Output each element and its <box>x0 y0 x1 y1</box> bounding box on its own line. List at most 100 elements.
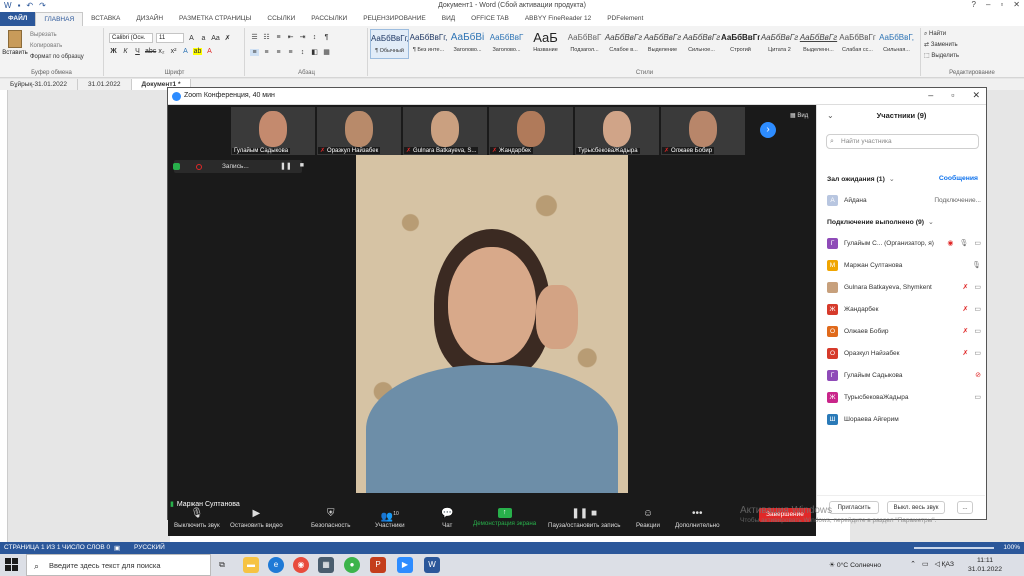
tab-view[interactable]: ВИД <box>434 12 463 26</box>
video-thumbnail[interactable]: ✗ Олжаев Бобир <box>661 107 745 155</box>
font-name-select[interactable]: Calibri (Осн. <box>109 33 153 43</box>
style-emphasis[interactable]: АаБбВвГг Выделение <box>643 29 682 59</box>
next-page-arrow-icon[interactable]: › <box>760 122 776 138</box>
participant-row[interactable]: Г Гулайым С... (Организатор, я) ◉ 🎙 ▭ <box>827 237 981 251</box>
word-taskbar-icon[interactable]: W <box>424 557 440 573</box>
video-thumbnail[interactable]: ✗ Оразкул Найзабек <box>317 107 401 155</box>
stop-recording-icon[interactable]: ■ <box>300 162 304 170</box>
style-quote[interactable]: АаБбВвГг Цитата 2 <box>760 29 799 59</box>
style-subtle-emphasis[interactable]: АаБбВвГг Слабое в... <box>604 29 643 59</box>
tab-pdfelement[interactable]: PDFelement <box>599 12 651 26</box>
borders-icon[interactable]: ▦ <box>322 48 331 56</box>
maximize-icon[interactable]: ▫ <box>1000 0 1003 9</box>
style-subtitle[interactable]: АаБбВвГ Подзагол... <box>565 29 604 59</box>
participant-search-input[interactable]: ⌕ Найти участника <box>826 134 979 149</box>
cut-button[interactable]: Вырезать <box>30 30 84 41</box>
video-thumbnail[interactable]: ✗ Жандарбек <box>489 107 573 155</box>
zoom-close-icon[interactable]: ✕ <box>972 90 980 101</box>
decrease-indent-icon[interactable]: ⇤ <box>286 33 295 41</box>
edge-icon[interactable]: e <box>268 557 284 573</box>
sort-icon[interactable]: ↕ <box>310 34 319 41</box>
zoom-slider[interactable] <box>914 547 994 549</box>
highlight-icon[interactable]: ab <box>193 48 202 55</box>
chrome-icon[interactable]: ◉ <box>293 557 309 573</box>
connected-header[interactable]: Подключение выполнено (9) ⌄ <box>827 218 934 226</box>
app-icon[interactable]: ● <box>344 557 360 573</box>
mute-button[interactable]: 🎙 Выключить звук <box>174 508 220 529</box>
zoom-taskbar-icon[interactable]: ▶ <box>397 557 413 573</box>
text-effects-icon[interactable]: A <box>181 48 190 55</box>
stop-video-button[interactable]: ▶ Остановить видео <box>230 508 283 529</box>
tab-abbyy[interactable]: ABBYY FineReader 12 <box>517 12 599 26</box>
file-explorer-icon[interactable]: ▬ <box>243 557 259 573</box>
participant-row[interactable]: О Оразкул Найзабек ✗ ▭ <box>827 347 981 361</box>
style-heading-2[interactable]: АаБбВвГ Заголово... <box>487 29 526 59</box>
participant-row[interactable]: Ж Жандарбек ✗ ▭ <box>827 303 981 317</box>
align-center-icon[interactable]: ≡ <box>262 49 271 56</box>
waiting-participant-row[interactable]: А Айдана Подключение... <box>827 194 981 208</box>
tab-layout[interactable]: РАЗМЕТКА СТРАНИЦЫ <box>171 12 259 26</box>
tab-office-tab[interactable]: OFFICE TAB <box>463 12 517 26</box>
style-no-spacing[interactable]: АаБбВвГг, ¶ Без инте... <box>409 29 448 59</box>
bullets-icon[interactable]: ☰ <box>250 33 259 41</box>
bold-icon[interactable]: Ж <box>109 48 118 55</box>
word-count[interactable]: ЧИСЛО СЛОВ 0 <box>62 544 110 551</box>
network-icon[interactable]: ▭ <box>922 560 929 568</box>
style-intense-emphasis[interactable]: АаБбВвГг Сильное... <box>682 29 721 59</box>
clock[interactable]: 11:11 31.01.2022 <box>968 556 1002 574</box>
help-icon[interactable]: ? <box>972 0 976 9</box>
zoom-level[interactable]: 100% <box>1003 544 1020 551</box>
participant-row[interactable]: Gulnara Batkayeva, Shymkent ✗ ▭ <box>827 281 981 295</box>
proofing-icon[interactable]: ▣ <box>114 544 120 552</box>
underline-icon[interactable]: Ч <box>133 48 142 55</box>
more-button[interactable]: ••• Дополнительно <box>675 508 720 529</box>
calculator-icon[interactable]: ▦ <box>318 557 334 573</box>
participant-row[interactable]: Ж ТурысбековаЖадыра ▭ <box>827 391 981 405</box>
change-case-icon[interactable]: Aa <box>211 35 220 42</box>
font-size-select[interactable]: 11 <box>156 33 184 43</box>
weather-widget[interactable]: ☀ 0°C Солнечно <box>829 561 881 569</box>
strikethrough-icon[interactable]: abc <box>145 48 156 55</box>
zoom-maximize-icon[interactable]: ▫ <box>951 90 954 101</box>
italic-icon[interactable]: К <box>121 48 130 55</box>
font-color-icon[interactable]: A <box>205 48 214 55</box>
tab-home[interactable]: ГЛАВНАЯ <box>35 12 84 26</box>
close-icon[interactable]: ✕ <box>1013 0 1020 9</box>
language[interactable]: РУССКИЙ <box>134 544 165 551</box>
style-normal[interactable]: АаБбВвГг, ¶ Обычный <box>370 29 409 59</box>
format-painter-button[interactable]: Формат по образцу <box>30 52 84 63</box>
reactions-button[interactable]: ☺ Реакции <box>636 508 660 529</box>
volume-icon[interactable]: ◁ <box>935 560 940 568</box>
shading-icon[interactable]: ◧ <box>310 48 319 56</box>
taskbar-search-input[interactable]: ⌕ Введите здесь текст для поиска <box>26 554 211 576</box>
share-screen-button[interactable]: ↑ Демонстрация экрана <box>473 508 536 527</box>
waiting-room-header[interactable]: Зал ожидания (1) ⌄ <box>827 175 895 183</box>
find-button[interactable]: ⌕ Найти <box>924 29 959 40</box>
increase-indent-icon[interactable]: ⇥ <box>298 33 307 41</box>
shrink-font-icon[interactable]: a <box>199 35 208 42</box>
pause-recording-icon[interactable]: ❚❚ <box>280 162 292 170</box>
doc-tab-date[interactable]: 31.01.2022 <box>78 79 132 90</box>
tab-file[interactable]: ФАЙЛ <box>0 12 36 26</box>
align-left-icon[interactable]: ≡ <box>250 48 259 56</box>
paste-button[interactable]: Вставить <box>2 30 28 56</box>
participants-button[interactable]: 👥10 Участники <box>375 508 405 529</box>
participant-row[interactable]: М Маржан Султанова 🎙 <box>827 259 981 273</box>
copy-button[interactable]: Копировать <box>30 41 84 52</box>
style-intense-reference[interactable]: АаБбВвГ, Сильная... <box>877 29 916 59</box>
video-thumbnail[interactable]: ТурысбековаЖадыра <box>575 107 659 155</box>
powerpoint-icon[interactable]: P <box>370 557 386 573</box>
video-thumbnail[interactable]: Гулайым Садыкова <box>231 107 315 155</box>
tab-insert[interactable]: ВСТАВКА <box>83 12 128 26</box>
page-count[interactable]: СТРАНИЦА 1 ИЗ 1 <box>4 544 60 551</box>
participant-row[interactable]: Г Гулайым Садыкова ⊘ <box>827 369 981 383</box>
subscript-icon[interactable]: x₂ <box>157 48 166 55</box>
style-heading-1[interactable]: АаБбВі Заголово... <box>448 29 487 59</box>
line-spacing-icon[interactable]: ↕ <box>298 49 307 56</box>
numbering-icon[interactable]: ☷ <box>262 33 271 41</box>
clear-format-icon[interactable]: ✗ <box>223 34 232 42</box>
zoom-minimize-icon[interactable]: – <box>928 90 933 101</box>
show-marks-icon[interactable]: ¶ <box>322 34 331 41</box>
participant-row[interactable]: О Олжаев Бобир ✗ ▭ <box>827 325 981 339</box>
style-intense-quote[interactable]: АаБбВвГг Выделенн... <box>799 29 838 59</box>
